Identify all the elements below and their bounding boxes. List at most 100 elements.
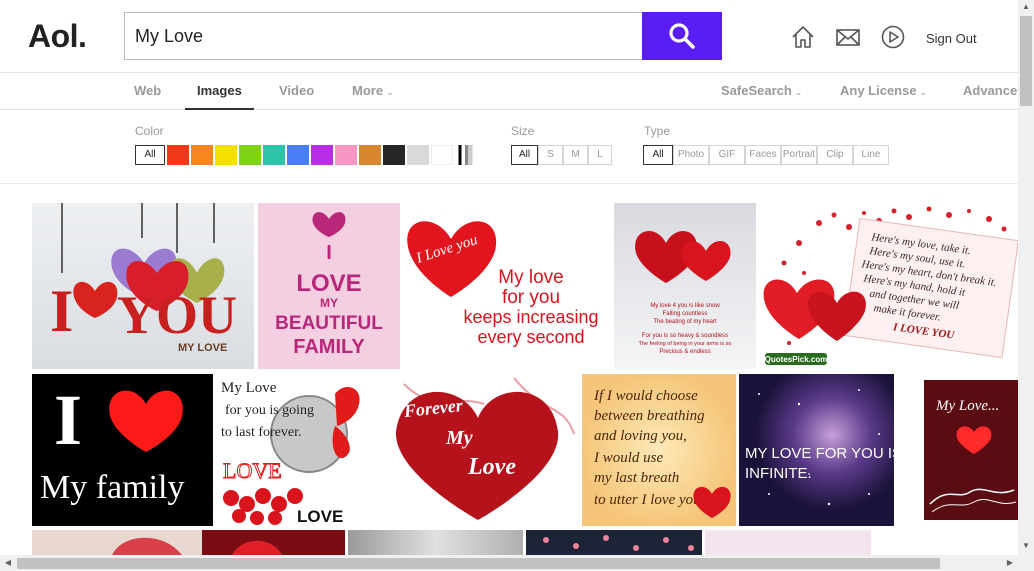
type-faces-option[interactable]: Faces: [745, 145, 781, 165]
scroll-down-arrow-icon[interactable]: ▼: [1018, 541, 1034, 550]
tab-video[interactable]: Video: [279, 73, 314, 110]
image-text: FAMILY: [293, 336, 365, 358]
search-button[interactable]: [642, 12, 722, 60]
partial-thumbnail: [32, 530, 345, 555]
type-portrait-option[interactable]: Portrait: [781, 145, 817, 165]
color-swatch-purple[interactable]: [311, 145, 333, 165]
color-swatch-brown[interactable]: [359, 145, 381, 165]
color-swatch-black-and-white[interactable]: [455, 145, 477, 165]
color-swatch-white[interactable]: [431, 145, 453, 165]
heres-my-love-thumbnail: Here's my love, take it. Here's my soul,…: [759, 203, 1018, 369]
i-love-you-thumbnail: I YOU MY LOVE: [32, 203, 254, 369]
forever-my-love-thumbnail: Forever My Love: [374, 374, 579, 526]
size-all-option[interactable]: All: [511, 145, 538, 165]
image-result[interactable]: MY LOVE FOR YOU IS INFINITE.: [739, 374, 894, 526]
tab-images-label: Images: [197, 83, 242, 98]
tab-video-label: Video: [279, 83, 315, 98]
color-swatch-green[interactable]: [239, 145, 261, 165]
home-icon[interactable]: [790, 24, 816, 50]
tab-web[interactable]: Web: [134, 73, 161, 110]
color-swatch-blue[interactable]: [287, 145, 309, 165]
image-text: BEAUTIFUL: [275, 313, 383, 334]
image-text: to last forever.: [221, 425, 301, 440]
image-text: My love: [498, 267, 563, 288]
safesearch-dropdown[interactable]: SafeSearch ⌄: [721, 73, 802, 110]
butterfly-heart-thumbnail: My Love for you is going to last forever…: [217, 374, 370, 526]
image-result[interactable]: My Love...: [898, 374, 1018, 526]
scroll-left-arrow-icon[interactable]: ◀: [0, 558, 16, 567]
image-text: My Love...: [935, 398, 999, 414]
advanced-label: Advanced: [963, 83, 1026, 98]
tab-more-label: More: [352, 83, 384, 98]
image-text: for you: [502, 287, 560, 308]
chevron-down-icon: ⌄: [794, 87, 803, 97]
color-all-option[interactable]: All: [135, 145, 165, 165]
filter-bar: Color All Size All S M L Type All Photo …: [0, 110, 1018, 184]
image-text: MY: [320, 296, 338, 310]
search-input[interactable]: [125, 13, 644, 59]
type-photo-option[interactable]: Photo: [673, 145, 709, 165]
image-result[interactable]: [32, 530, 345, 555]
image-result[interactable]: [526, 530, 702, 555]
size-large-option[interactable]: L: [588, 145, 612, 165]
size-medium-option[interactable]: M: [563, 145, 588, 165]
color-swatch-pink[interactable]: [335, 145, 357, 165]
license-label: Any License: [840, 83, 917, 98]
image-text: keeps increasing: [463, 307, 598, 327]
type-all-option[interactable]: All: [643, 145, 673, 165]
image-result[interactable]: I LOVE MY BEAUTIFUL FAMILY: [258, 203, 400, 369]
color-swatch-orange[interactable]: [191, 145, 213, 165]
vertical-scroll-thumb[interactable]: [1020, 16, 1032, 106]
image-text: LOVE: [297, 507, 343, 526]
sign-out-link[interactable]: Sign Out: [926, 31, 977, 46]
type-gif-option[interactable]: GIF: [709, 145, 745, 165]
color-swatch-black[interactable]: [383, 145, 405, 165]
tab-more[interactable]: More ⌄: [352, 73, 394, 110]
snow-hearts-thumbnail: My love 4 you is like snow Falling count…: [614, 203, 756, 369]
image-text: The feeling of being in your arms is so: [639, 341, 732, 347]
my-love-card-thumbnail: My Love...: [898, 374, 1018, 526]
image-result[interactable]: Forever My Love: [374, 374, 579, 526]
scroll-up-arrow-icon[interactable]: ▲: [1018, 2, 1034, 11]
image-result[interactable]: I Love you My love for you keeps increas…: [403, 203, 610, 369]
image-text: YOU: [117, 285, 237, 345]
image-text: I: [50, 278, 73, 344]
image-text: INFINITE.: [745, 465, 812, 482]
image-result[interactable]: I My family: [32, 374, 213, 526]
type-line-option[interactable]: Line: [853, 145, 889, 165]
color-swatch-gray[interactable]: [407, 145, 429, 165]
play-video-icon[interactable]: [880, 24, 906, 50]
type-clipart-option[interactable]: Clip: [817, 145, 853, 165]
size-small-option[interactable]: S: [538, 145, 563, 165]
color-filter-label: Color: [135, 124, 164, 138]
image-text: between breathing: [594, 408, 705, 424]
horizontal-scroll-thumb[interactable]: [17, 558, 940, 569]
image-result[interactable]: I YOU MY LOVE: [32, 203, 254, 369]
header: Aol. Sign Out: [0, 0, 1018, 73]
partial-thumbnail: [705, 530, 871, 555]
breathing-quote-thumbnail: If I would choose between breathing and …: [582, 374, 736, 526]
image-text: my last breath: [594, 470, 679, 486]
chevron-down-icon: ⌄: [386, 87, 394, 97]
search-tabs: Web Images Video More ⌄ SafeSearch ⌄ Any L…: [0, 73, 1025, 110]
color-swatch-teal[interactable]: [263, 145, 285, 165]
color-swatch-yellow[interactable]: [215, 145, 237, 165]
mail-icon[interactable]: [835, 24, 861, 50]
image-result[interactable]: Here's my love, take it. Here's my soul,…: [759, 203, 1018, 369]
image-result[interactable]: If I would choose between breathing and …: [582, 374, 736, 526]
image-result[interactable]: My Love for you is going to last forever…: [217, 374, 370, 526]
tab-web-label: Web: [134, 83, 162, 98]
aol-logo[interactable]: Aol.: [28, 18, 87, 55]
advanced-link[interactable]: Advanced: [963, 73, 1025, 110]
tab-images[interactable]: Images: [185, 73, 254, 110]
license-dropdown[interactable]: Any License ⌄: [840, 73, 927, 110]
image-result[interactable]: [348, 530, 523, 555]
image-text: The beating of my heart: [653, 319, 717, 325]
image-result[interactable]: [705, 530, 871, 555]
aol-image-search-page: Aol. Sign Out Web Images Video More⌄ Saf…: [0, 0, 1034, 571]
image-text: LOVE: [296, 270, 361, 297]
color-swatch-red[interactable]: [167, 145, 189, 165]
scroll-right-arrow-icon[interactable]: ▶: [1002, 558, 1018, 567]
partial-thumbnail: [526, 530, 702, 555]
image-result[interactable]: My love 4 you is like snow Falling count…: [614, 203, 756, 369]
